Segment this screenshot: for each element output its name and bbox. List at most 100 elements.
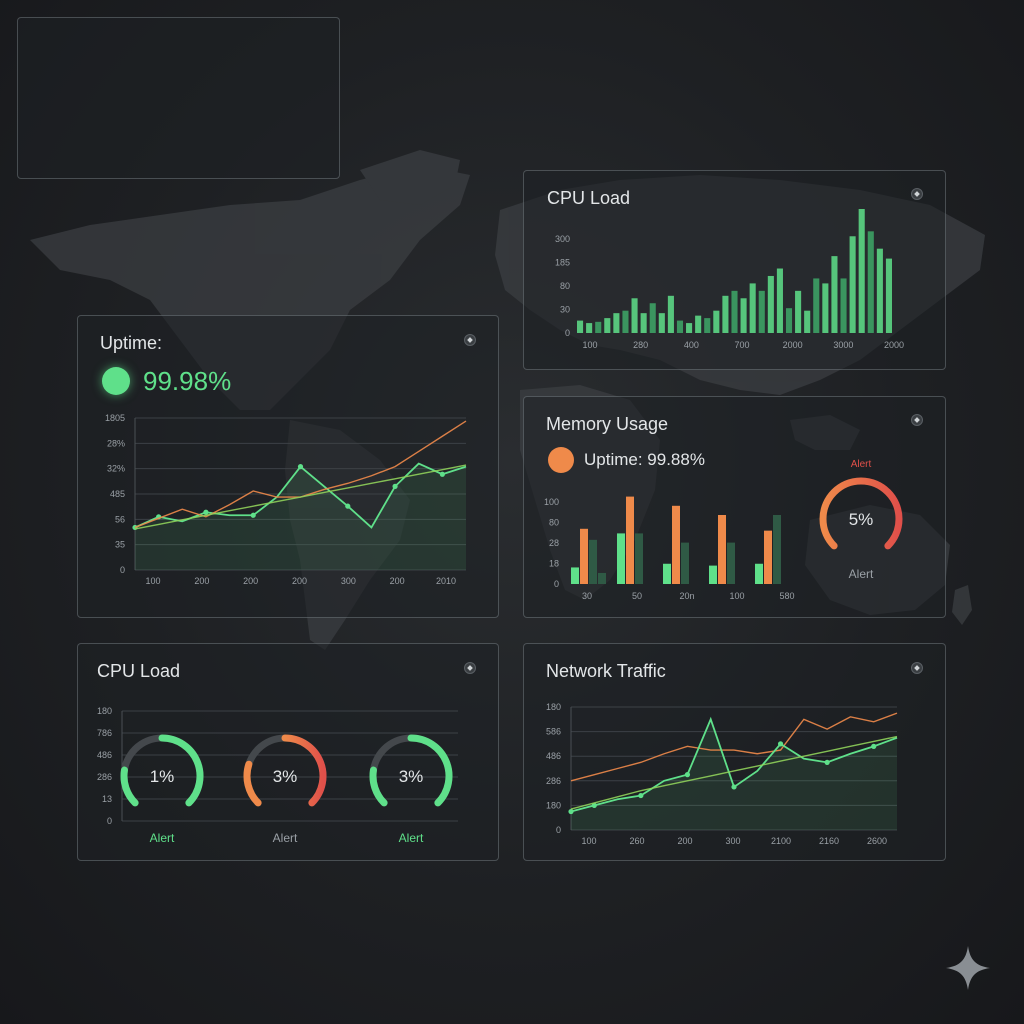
cpu-bar: [885, 258, 892, 333]
memory-bar: [580, 528, 588, 584]
memory-bar: [626, 496, 634, 584]
gauge-arc-left: [120, 766, 139, 807]
memory-bar: [589, 539, 597, 584]
x-tick-label: 2000: [884, 340, 904, 350]
y-tick-label: 30: [560, 305, 570, 315]
y-tick-label: 786: [97, 728, 112, 738]
cpu-bar: [740, 298, 747, 333]
memory-bar: [718, 515, 726, 584]
y-tick-label: 35: [115, 540, 125, 550]
x-tick-label: 2160: [819, 836, 839, 846]
memory-bar: [617, 533, 625, 584]
cpu-bar: [604, 318, 611, 333]
data-point: [392, 483, 398, 489]
memory-bar-chart: 100 80 28 18 0 30 50 20n 100 580 5% Alert Alert: [544, 459, 903, 601]
cpu-bar: [586, 323, 593, 333]
x-tick-label: 200: [194, 576, 209, 586]
cpu-bar: [849, 236, 856, 333]
memory-bar: [635, 533, 643, 584]
cpu-bar: [785, 308, 793, 333]
data-point: [871, 743, 877, 749]
cpu-bar: [649, 303, 656, 333]
data-point: [439, 471, 445, 477]
area-fill: [135, 463, 466, 570]
x-tick-label: 300: [725, 836, 740, 846]
y-tick-label: 300: [555, 234, 570, 244]
cpu-bar: [813, 278, 820, 333]
gauge-arc-left: [369, 766, 388, 807]
gauge-label: Alert: [399, 831, 424, 845]
y-tick-label: 0: [556, 825, 561, 835]
x-tick-label: 50: [632, 591, 642, 601]
cpu-bar: [840, 278, 847, 333]
memory-gauge-top-label: Alert: [851, 459, 872, 470]
cpu-bar: [713, 310, 720, 333]
cpu-bar: [613, 313, 620, 333]
cpu-bar: [749, 283, 756, 333]
memory-bar: [681, 542, 689, 584]
data-point: [568, 808, 574, 815]
cpu-bar: [695, 315, 702, 333]
y-tick-label: 485: [110, 489, 125, 499]
memory-bar: [773, 515, 781, 584]
x-tick-label: 100: [729, 591, 744, 601]
cpu-bar: [858, 209, 865, 333]
cpu-bar: [640, 313, 647, 333]
y-tick-label: 0: [107, 816, 112, 826]
x-tick-label: 200: [390, 576, 405, 586]
cpu-bar: [731, 290, 738, 333]
cpu-bar: [704, 318, 711, 333]
cpu-bar: [722, 295, 729, 333]
y-tick-label: 180: [546, 702, 561, 712]
x-tick-label: 100: [582, 340, 597, 350]
y-tick-label: 18: [549, 559, 559, 569]
cpu-load-bar-panel: CPU Load 300 185 80 30 0 100 280 400 700 2000 3000…: [523, 170, 946, 370]
cpu-load-bar-chart: 30018580300100 280 400 700 2000 3000 2000: [555, 209, 904, 350]
y-tick-label: 32%: [107, 464, 125, 474]
cpu-bar: [831, 256, 838, 333]
y-tick-label: 1805: [105, 413, 125, 423]
data-point: [684, 772, 691, 778]
data-point: [824, 759, 830, 765]
data-point: [777, 741, 784, 747]
uptime-line-chart: 1805 28% 32% 485 56 35 0 100 200 200 200 300 200 2010: [105, 413, 467, 586]
y-tick-label: 0: [554, 579, 559, 589]
y-tick-label: 28%: [107, 438, 125, 448]
cpu-bar: [822, 283, 829, 333]
uptime-panel: Uptime: 99.98% 1805 28% 32% 485 56 35 0 100 200 2…: [77, 315, 499, 618]
cpu-bar: [676, 320, 684, 333]
x-tick-label: 260: [629, 836, 644, 846]
y-tick-label: 180: [97, 706, 112, 716]
cpu-bar: [631, 298, 638, 333]
x-tick-label: 3000: [833, 340, 853, 350]
gauge-arc-left: [243, 760, 262, 807]
memory-bar: [571, 567, 579, 584]
memory-bar: [598, 572, 606, 584]
y-tick-label: 286: [546, 776, 561, 786]
memory-bar: [709, 565, 717, 584]
x-tick-label: 30: [582, 591, 592, 601]
sparkle-icon: [946, 946, 990, 990]
cpu-bar: [767, 275, 774, 333]
data-point: [345, 503, 351, 509]
memory-bar: [727, 542, 735, 584]
data-point: [250, 512, 256, 518]
gauge-label: Alert: [273, 831, 298, 845]
memory-bar: [755, 563, 763, 584]
network-area-chart: 180 586 486 286 180 0 100 260 200 300 2100 2160 2600: [546, 702, 898, 846]
cpu-bar: [776, 268, 783, 333]
cpu-bar: [804, 310, 811, 333]
data-point: [638, 792, 644, 799]
gauge-label: Alert: [150, 831, 175, 845]
memory-gauge-bottom-label: Alert: [849, 567, 874, 581]
gauge-value: 1%: [150, 767, 175, 786]
cpu-bar: [686, 323, 693, 333]
cpu-bar: [758, 290, 765, 333]
x-tick-label: 2010: [436, 576, 456, 586]
x-tick-label: 200: [677, 836, 692, 846]
cpu-load-gauges: 180 786 486 286 13 0 1% Alert 3% Alert 3% Alert: [97, 706, 458, 845]
x-tick-label: 2100: [771, 836, 791, 846]
x-tick-label: 300: [341, 576, 356, 586]
y-tick-label: 13: [102, 794, 112, 804]
y-tick-label: 180: [546, 800, 561, 810]
